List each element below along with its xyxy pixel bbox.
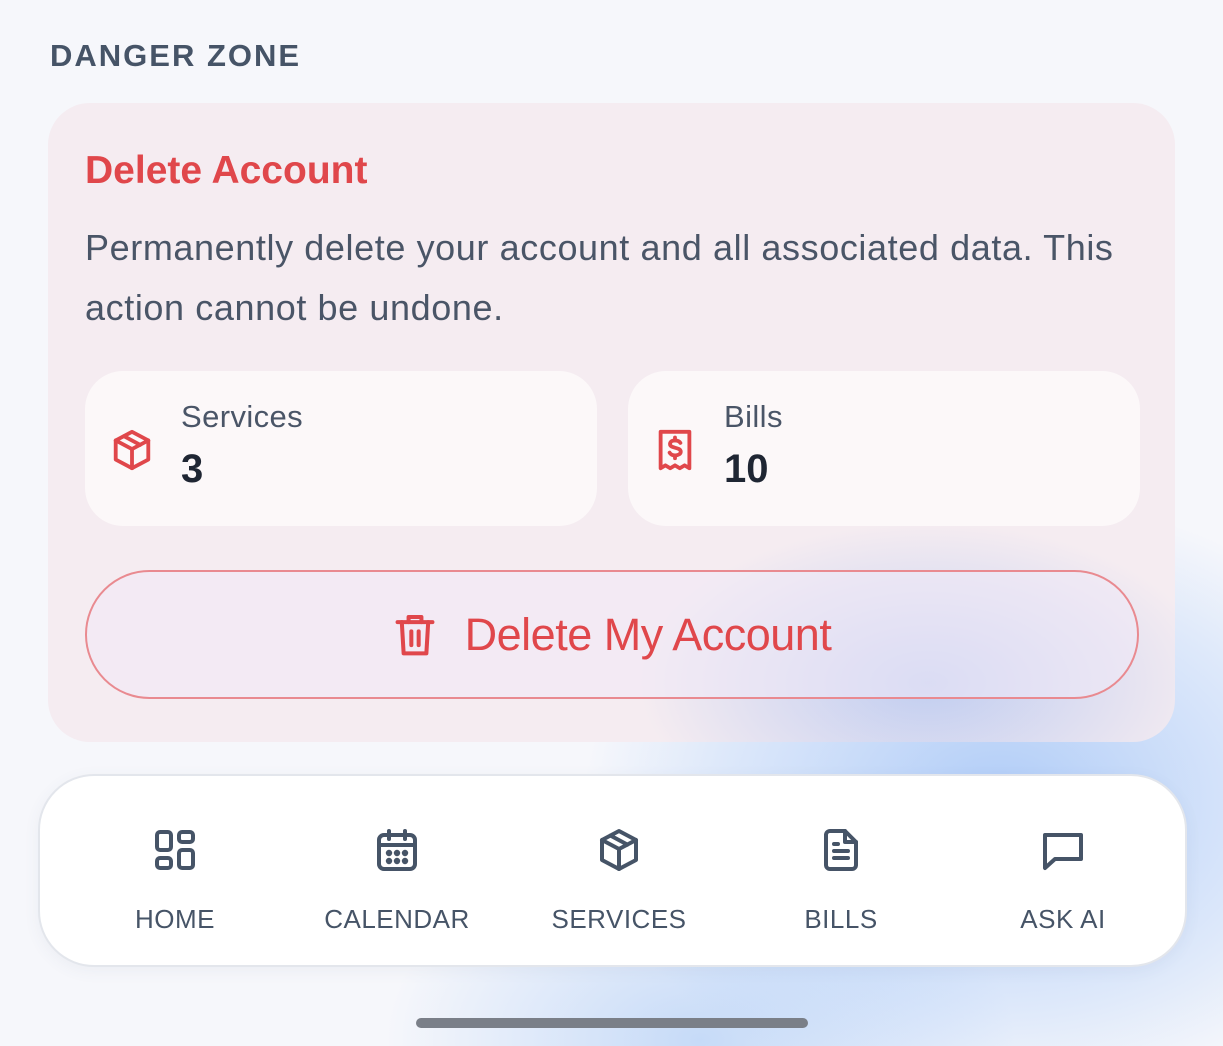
- card-heading: Delete Account: [85, 149, 368, 192]
- nav-item-bills[interactable]: BILLS: [730, 776, 952, 969]
- services-stat: Services 3: [85, 371, 597, 526]
- nav-item-calendar[interactable]: CALENDAR: [286, 776, 508, 969]
- nav-item-services[interactable]: SERVICES: [508, 776, 730, 969]
- calendar-icon: [377, 829, 417, 871]
- danger-zone-card: Delete Account Permanently delete your a…: [48, 103, 1175, 742]
- nav-item-ask-ai[interactable]: ASK AI: [952, 776, 1174, 969]
- grid-icon: [155, 830, 195, 870]
- document-icon: [824, 829, 858, 871]
- services-label: Services: [181, 399, 304, 434]
- nav-label-bills: BILLS: [804, 904, 878, 934]
- home-indicator[interactable]: [416, 1018, 808, 1028]
- nav-label-ask-ai: ASK AI: [1020, 904, 1106, 934]
- delete-account-button[interactable]: Delete My Account: [85, 570, 1139, 699]
- bottom-nav: HOME CALENDAR SERVICES BILLS ASK AI: [38, 774, 1187, 967]
- nav-label-services: SERVICES: [551, 904, 687, 934]
- package-icon: [113, 429, 151, 471]
- delete-account-label: Delete My Account: [464, 608, 832, 660]
- section-title: DANGER ZONE: [50, 38, 302, 73]
- bills-stat: Bills 10: [628, 371, 1140, 526]
- services-count: 3: [181, 447, 204, 491]
- package-icon: [600, 829, 638, 871]
- nav-item-home[interactable]: HOME: [64, 776, 286, 969]
- bills-count: 10: [724, 447, 769, 491]
- receipt-icon: [658, 429, 692, 471]
- bills-label: Bills: [724, 399, 783, 434]
- nav-label-calendar: CALENDAR: [324, 904, 470, 934]
- card-description: Permanently delete your account and all …: [85, 227, 1114, 328]
- chat-icon: [1043, 833, 1083, 870]
- trash-icon: [395, 614, 435, 655]
- nav-label-home: HOME: [135, 904, 215, 934]
